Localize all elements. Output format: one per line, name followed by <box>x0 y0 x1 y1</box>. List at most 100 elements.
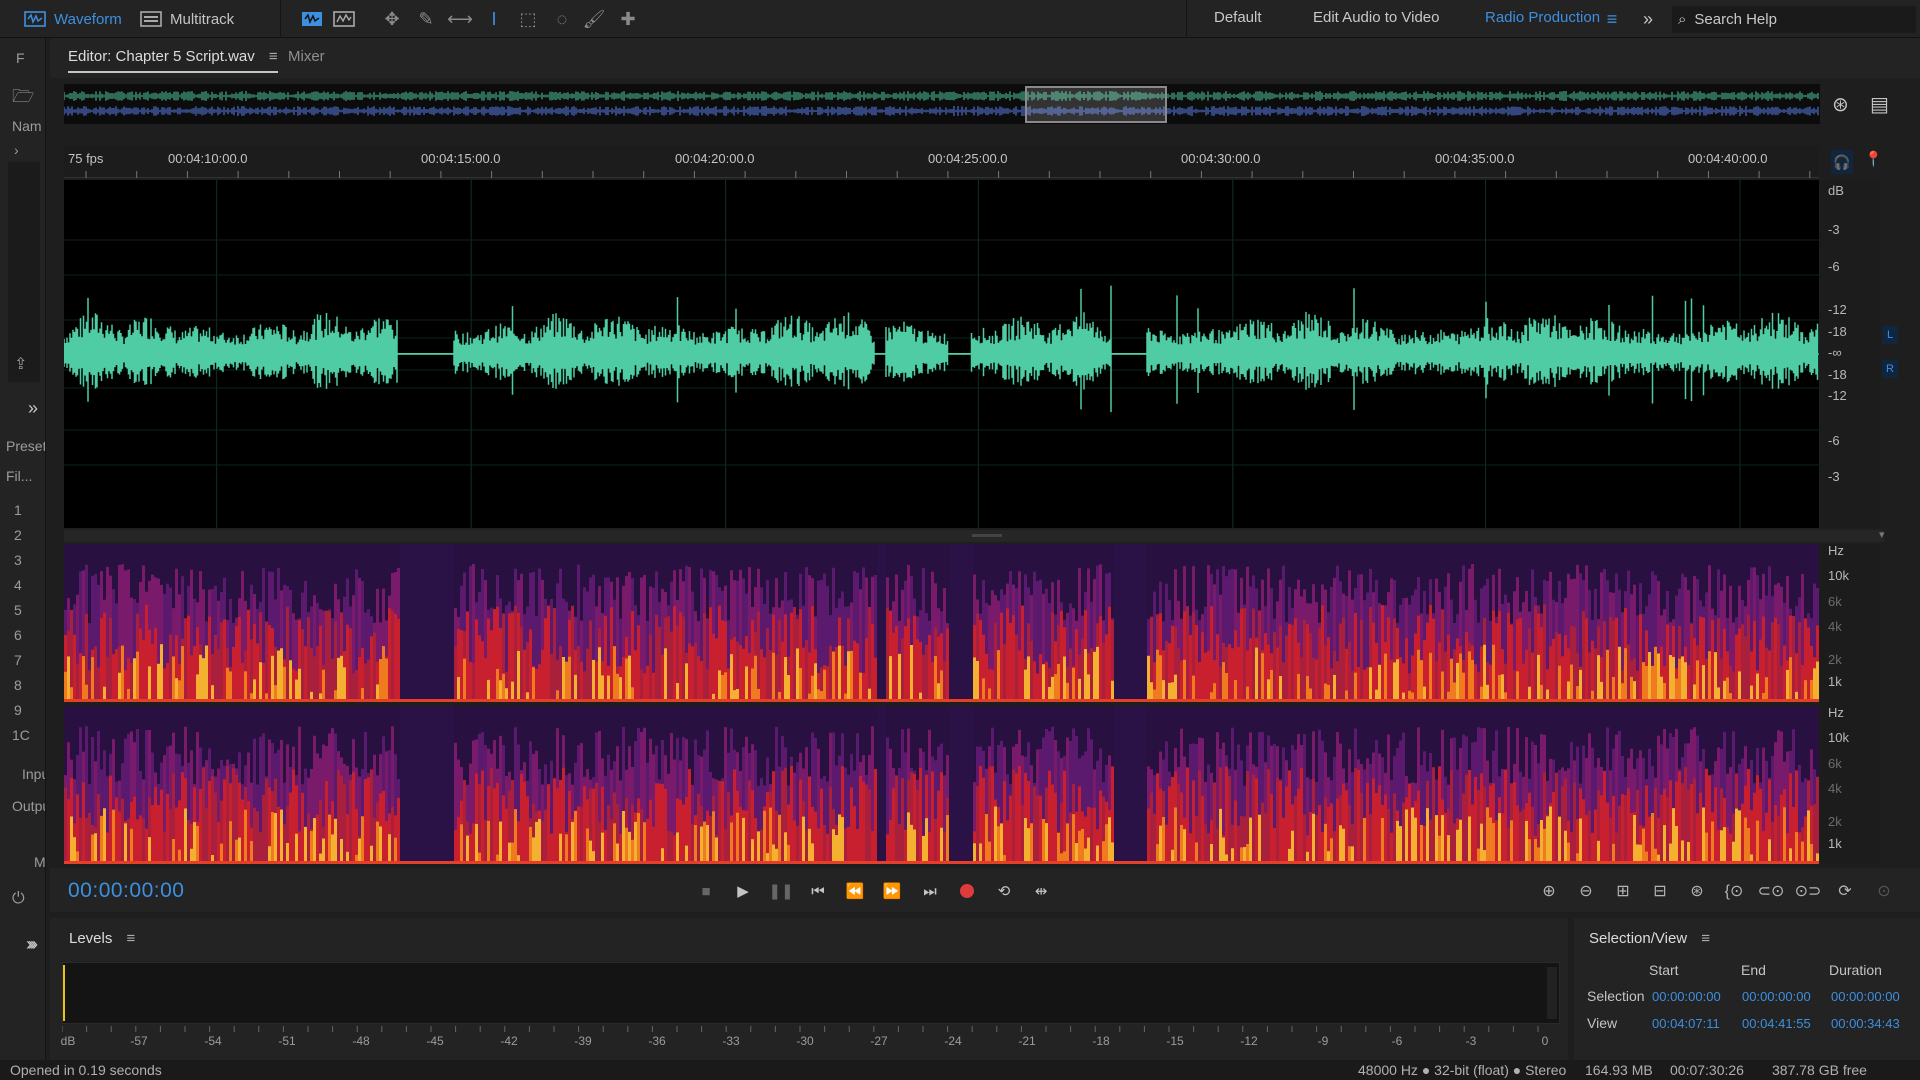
waveform-view-button[interactable]: Waveform <box>24 5 122 33</box>
tab-editor[interactable]: Editor: Chapter 5 Script.wav ≡ <box>68 48 278 73</box>
timeline-ruler[interactable]: 75 fps 00:04:10:00.0 00:04:15:00.0 00:04… <box>64 146 1819 178</box>
view-split-divider[interactable]: ▾ <box>64 528 1885 542</box>
track-number: 7 <box>14 652 22 668</box>
spectral-display-left[interactable] <box>64 544 1819 702</box>
show-waveform-editor-icon[interactable] <box>300 7 324 31</box>
channel-left-toggle[interactable]: L <box>1882 326 1898 344</box>
record-icon <box>960 884 974 898</box>
search-help-input[interactable]: Search Help <box>1694 11 1777 28</box>
name-column-header[interactable]: Nam <box>12 118 42 134</box>
level-indicator <box>63 965 65 1021</box>
level-scale-label: -6 <box>1391 1034 1403 1048</box>
reset-zoom-icon[interactable]: ⟳ <box>1831 878 1859 904</box>
toolbar-divider <box>280 0 281 38</box>
main-toolbar: Waveform Multitrack ✥ ✎ ⟷ I ⬚ ◌ 🖌 ✚ Defa… <box>0 0 1920 38</box>
hz-label: Hz <box>1828 705 1844 720</box>
channel-right-toggle[interactable]: R <box>1882 360 1898 378</box>
levels-title-label: Levels <box>69 930 113 947</box>
rewind-button[interactable]: ⏪ <box>842 878 868 904</box>
zoom-to-selection-icon[interactable]: ⊛ <box>1832 92 1849 117</box>
search-help-field[interactable]: ⌕ Search Help <box>1672 6 1916 33</box>
spectral-display-right[interactable] <box>64 706 1819 864</box>
zoom-out-time-icon[interactable]: ⊟ <box>1646 878 1674 904</box>
skip-selection-button[interactable]: ⇹ <box>1028 878 1054 904</box>
selection-start-field[interactable]: 00:00:00:00 <box>1652 989 1721 1004</box>
spectral-frequency-display-icon[interactable]: ▤ <box>1870 92 1889 117</box>
move-tool-icon[interactable]: ✥ <box>380 7 404 31</box>
expand-panel-chevron-icon[interactable]: » <box>28 398 38 419</box>
zoom-in-amplitude-icon[interactable]: ⊕ <box>1535 878 1563 904</box>
lasso-selection-icon[interactable]: ◌ <box>550 7 574 31</box>
collapse-arrow-icon[interactable]: ▾ <box>1879 528 1885 541</box>
power-icon[interactable]: ⏻ <box>12 890 25 908</box>
pause-button[interactable]: ❚❚ <box>768 878 794 904</box>
multitrack-view-button[interactable]: Multitrack <box>140 5 234 33</box>
zoom-in-right-edge-icon[interactable]: ⊙⊃ <box>1794 878 1822 904</box>
ruler-label: 00:04:35:00.0 <box>1435 151 1515 166</box>
track-number: 8 <box>14 677 22 693</box>
status-file-size: 164.93 MB <box>1585 1062 1653 1078</box>
toolbar-divider <box>1186 0 1187 38</box>
headphones-icon[interactable]: 🎧 <box>1831 150 1853 174</box>
overview-visible-range[interactable] <box>1025 86 1167 123</box>
loop-playback-button[interactable]: ⟲ <box>991 878 1017 904</box>
editor-tab-bar: Editor: Chapter 5 Script.wav ≡ Mixer <box>50 38 1920 78</box>
clip-indicator[interactable] <box>1547 967 1557 1019</box>
show-spectral-display-icon[interactable] <box>332 7 356 31</box>
more-workspaces-chevron-icon[interactable]: » <box>1636 7 1660 31</box>
expand-panel-chevron-icon[interactable]: » <box>26 934 36 955</box>
record-button[interactable] <box>954 878 980 904</box>
zoom-out-full-icon[interactable]: ⊛ <box>1683 878 1711 904</box>
status-audio-format: 48000 Hz ● 32-bit (float) ● Stereo <box>1358 1062 1567 1078</box>
move-to-next-button[interactable]: ⏭ <box>917 878 943 904</box>
panel-menu-icon[interactable]: ≡ <box>269 48 278 65</box>
view-row-label: View <box>1587 1015 1618 1031</box>
panel-menu-icon[interactable]: ≡ <box>127 930 136 947</box>
view-duration-field[interactable]: 00:00:34:43 <box>1831 1016 1900 1031</box>
left-panel: F 🗁 Nam › ⇪ » Presets Fil... 1 2 3 4 5 6… <box>0 38 46 1060</box>
selection-end-field[interactable]: 00:00:00:00 <box>1742 989 1811 1004</box>
paintbrush-selection-icon[interactable]: 🖌 <box>582 7 606 31</box>
hz-label: 6k <box>1828 594 1842 609</box>
fast-forward-button[interactable]: ⏩ <box>879 878 905 904</box>
tab-mixer[interactable]: Mixer <box>288 48 325 65</box>
zoom-to-selection-icon[interactable]: {⊙ <box>1720 878 1748 904</box>
expand-chevron-icon[interactable]: › <box>14 142 19 158</box>
workspace-edit-audio-to-video[interactable]: Edit Audio to Video <box>1313 9 1440 26</box>
workspace-radio-production[interactable]: Radio Production <box>1485 9 1600 26</box>
current-time-display[interactable]: 00:00:00:00 <box>68 879 184 903</box>
workspace-default[interactable]: Default <box>1214 9 1262 26</box>
column-header-duration: Duration <box>1829 962 1882 978</box>
import-icon[interactable]: ⇪ <box>14 354 27 374</box>
stop-button[interactable]: ■ <box>693 878 719 904</box>
fil-label: Fil... <box>6 468 33 484</box>
zoom-in-time-icon[interactable]: ⊞ <box>1609 878 1637 904</box>
view-start-field[interactable]: 00:04:07:11 <box>1652 1016 1720 1031</box>
marquee-selection-icon[interactable]: ⬚ <box>516 7 540 31</box>
ruler-label: 00:04:15:00.0 <box>421 151 501 166</box>
panel-menu-icon[interactable]: ≡ <box>1701 930 1710 947</box>
zoom-in-left-edge-icon[interactable]: ⊂⊙ <box>1757 878 1785 904</box>
level-scale-label: -12 <box>1240 1034 1258 1048</box>
view-end-field[interactable]: 00:04:41:55 <box>1742 1016 1811 1031</box>
zoom-out-amplitude-icon[interactable]: ⊖ <box>1572 878 1600 904</box>
workspace-menu-icon[interactable]: ≡ <box>1600 7 1624 31</box>
files-panel-label[interactable]: F <box>16 50 25 66</box>
slip-tool-icon[interactable]: ⟷ <box>447 7 473 31</box>
selection-duration-field[interactable]: 00:00:00:00 <box>1831 989 1900 1004</box>
drag-handle[interactable] <box>972 534 1002 537</box>
level-scale-label: -33 <box>722 1034 740 1048</box>
db-label: -3 <box>1828 469 1840 484</box>
overview-navigator[interactable] <box>63 84 1820 124</box>
move-to-previous-button[interactable]: ⏮ <box>805 878 831 904</box>
hz-label: Hz <box>1828 543 1844 558</box>
open-folder-icon[interactable]: 🗁 <box>12 84 34 114</box>
hz-label: 1k <box>1828 674 1842 689</box>
spot-healing-brush-icon[interactable]: ✚ <box>616 7 640 31</box>
waveform-display[interactable] <box>64 180 1819 528</box>
razor-tool-icon[interactable]: ✎ <box>414 7 438 31</box>
time-selection-tool-icon[interactable]: I <box>482 7 506 31</box>
play-button[interactable]: ▶ <box>730 878 756 904</box>
zoom-disabled-icon[interactable]: ⊙ <box>1870 878 1898 904</box>
marker-pin-icon[interactable]: 📍 <box>1864 150 1883 168</box>
